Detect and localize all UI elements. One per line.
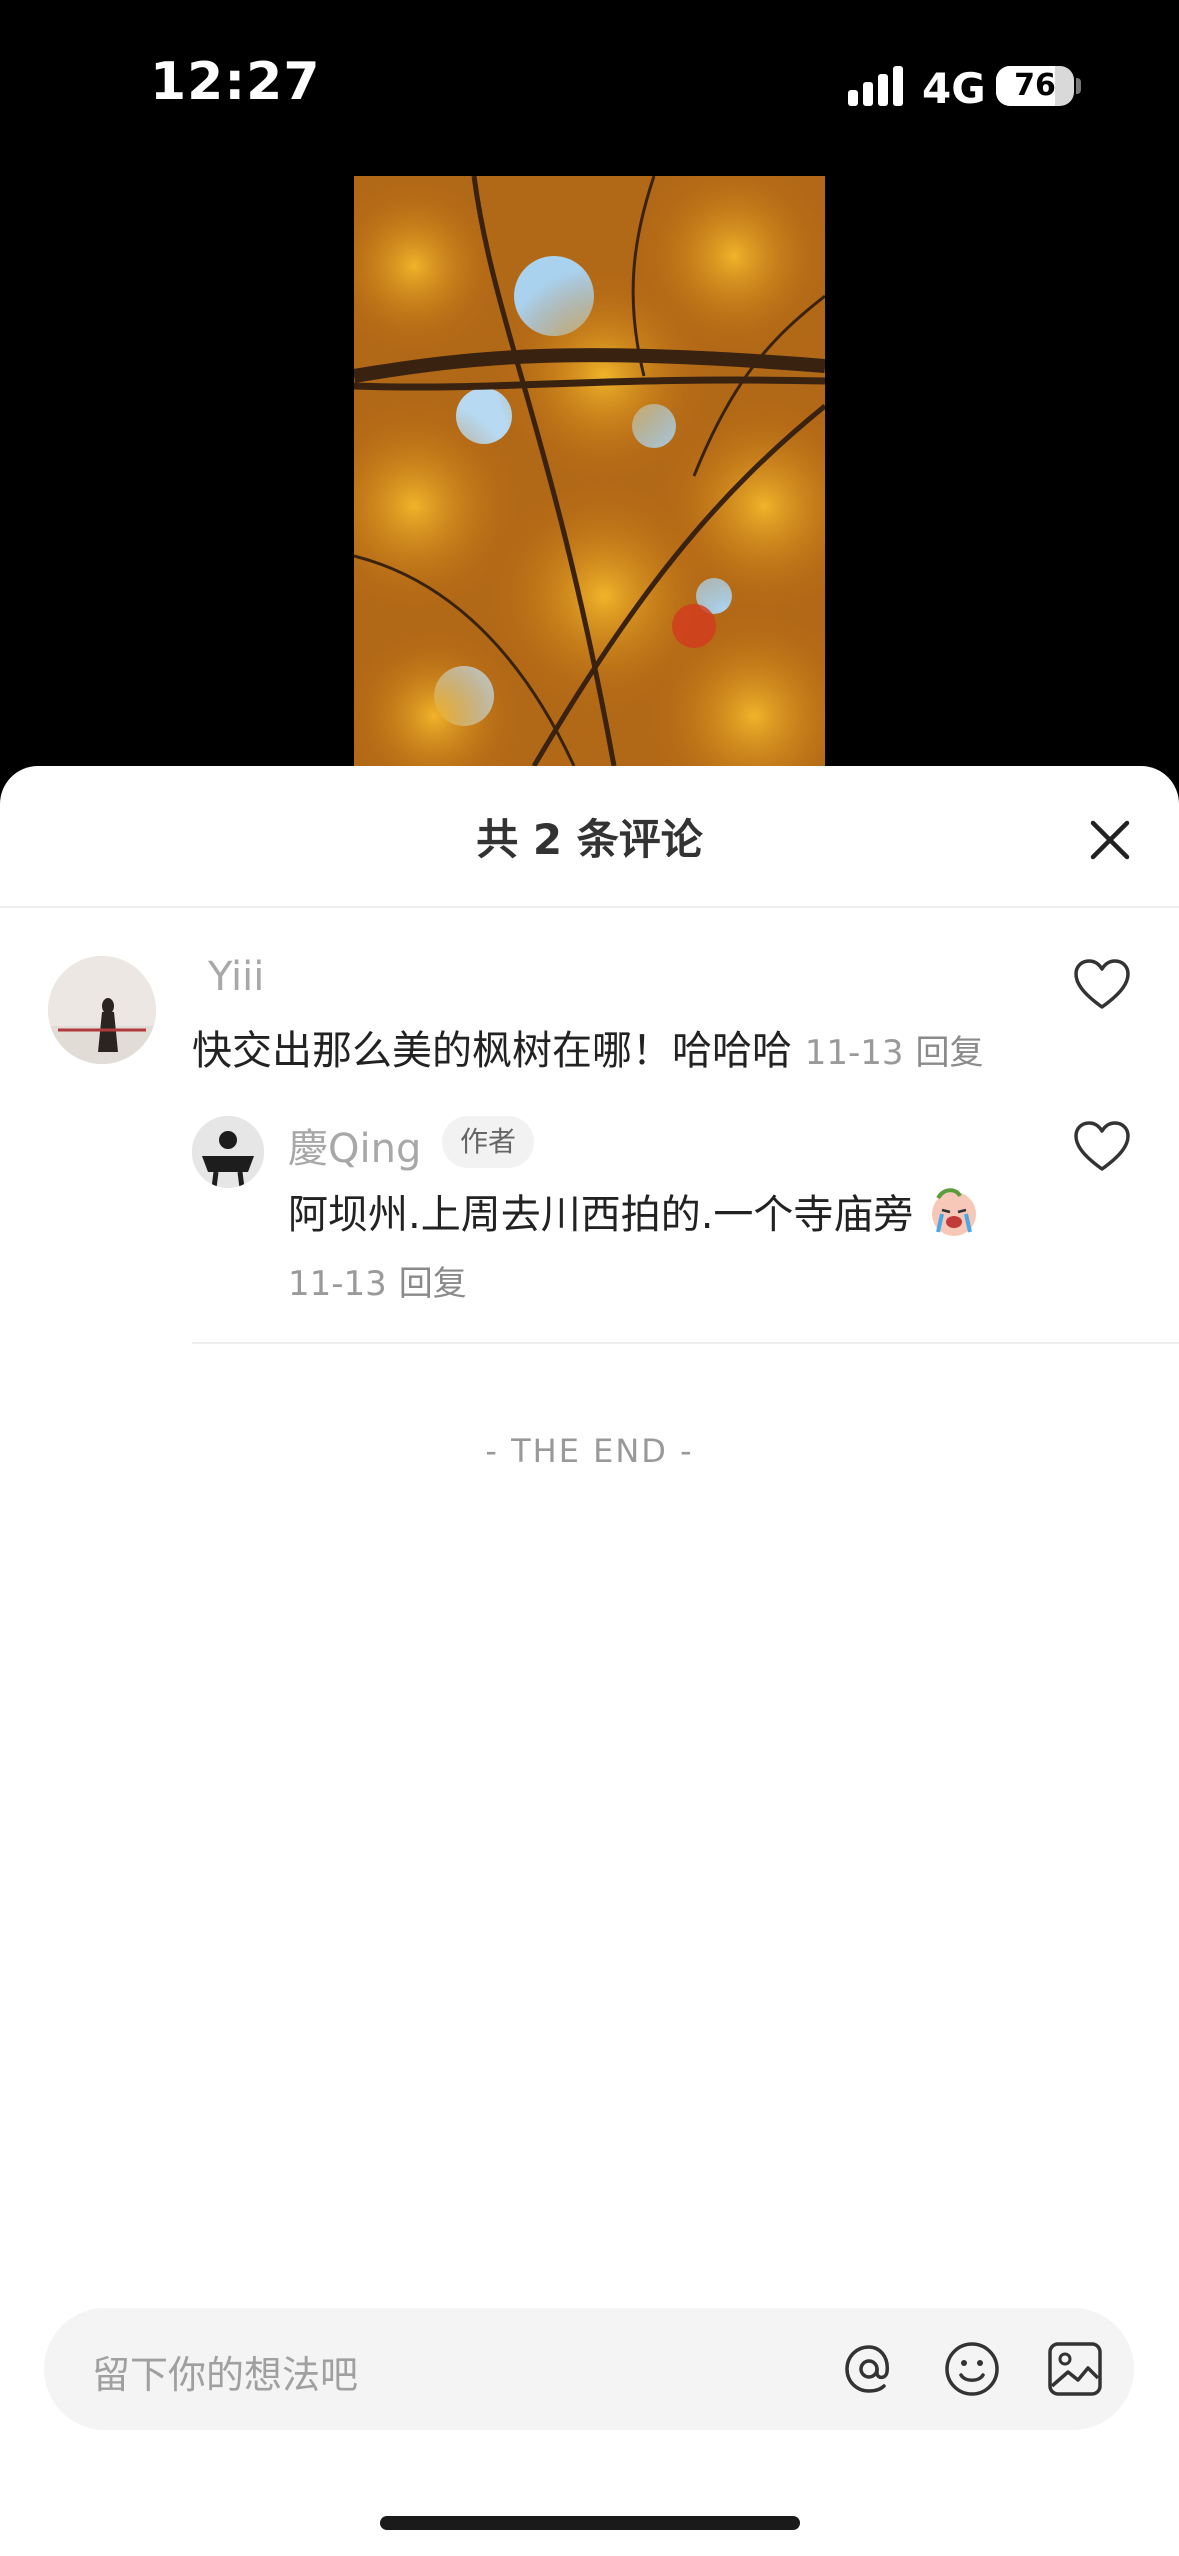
post-photo bbox=[354, 176, 825, 766]
close-icon[interactable] bbox=[1080, 810, 1140, 870]
heart-icon[interactable] bbox=[1073, 1120, 1131, 1174]
network-type: 4G bbox=[922, 64, 986, 113]
comments-count-title: 共 2 条评论 bbox=[476, 815, 703, 864]
avatar[interactable] bbox=[48, 956, 156, 1064]
emoji-icon[interactable] bbox=[937, 2334, 1007, 2404]
comment-body: 快交出那么美的枫树在哪！哈哈哈 bbox=[192, 1028, 792, 1074]
status-time: 12:27 bbox=[150, 52, 321, 112]
reply-button[interactable]: 回复 bbox=[916, 1033, 984, 1073]
comments-sheet: 共 2 条评论 Yiii 快交出那么美的枫树在哪！哈哈哈 11-13 回复 慶Qi… bbox=[0, 766, 1179, 2556]
end-marker: - THE END - bbox=[485, 1432, 694, 1470]
comment-input[interactable]: 留下你的想法吧 bbox=[44, 2308, 1134, 2430]
at-icon[interactable] bbox=[834, 2334, 904, 2404]
battery-icon: 76 bbox=[996, 66, 1074, 106]
signal-icon bbox=[848, 66, 903, 106]
status-bar: 12:27 4G 76 bbox=[0, 0, 1179, 170]
reply-meta: 11-13 回复 bbox=[288, 1256, 467, 1305]
comment-input-placeholder: 留下你的想法吧 bbox=[92, 2353, 359, 2397]
heart-icon[interactable] bbox=[1073, 958, 1131, 1012]
comment-text: 快交出那么美的枫树在哪！哈哈哈 11-13 回复 bbox=[192, 1018, 984, 1076]
battery-level: 76 bbox=[1014, 68, 1056, 103]
reply-avatar[interactable] bbox=[192, 1116, 264, 1188]
author-badge: 作者 bbox=[442, 1116, 535, 1168]
comment-date: 11-13 bbox=[804, 1033, 904, 1073]
reply-button[interactable]: 回复 bbox=[399, 1264, 467, 1304]
divider bbox=[192, 1342, 1179, 1344]
sheet-header: 共 2 条评论 bbox=[0, 766, 1179, 908]
reply-text: 阿坝州.上周去川西拍的.一个寺庙旁 bbox=[288, 1182, 982, 1240]
reply-date: 11-13 bbox=[288, 1264, 387, 1304]
image-icon[interactable] bbox=[1040, 2334, 1110, 2404]
reply-username[interactable]: 慶Qing bbox=[288, 1116, 421, 1174]
comment-username[interactable]: Yiii bbox=[208, 954, 264, 1000]
reply-body: 阿坝州.上周去川西拍的.一个寺庙旁 bbox=[288, 1192, 914, 1238]
home-indicator bbox=[380, 2516, 800, 2530]
crying-emoji-icon bbox=[932, 1188, 977, 1236]
